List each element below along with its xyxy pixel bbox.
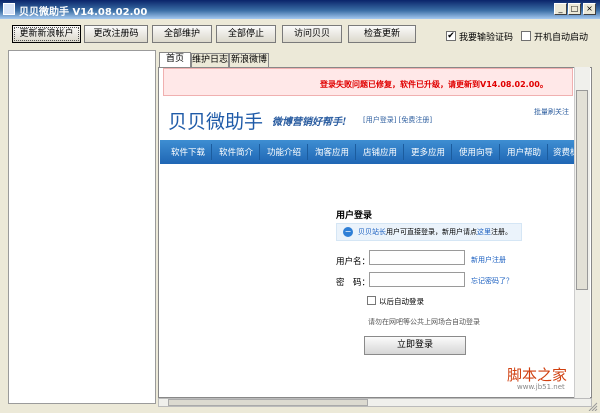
nav-item-shop[interactable]: 店铺应用 — [363, 146, 397, 158]
tip-suffix: 注册。 — [491, 228, 512, 236]
nav-item-features[interactable]: 功能介绍 — [267, 146, 301, 158]
nav-item-intro[interactable]: 软件简介 — [219, 146, 253, 158]
change-reg-code-button[interactable]: 更改注册码 — [84, 25, 148, 43]
new-user-register-link[interactable]: 新用户注册 — [471, 255, 506, 265]
watermark-logo: 脚本之家 — [507, 366, 568, 384]
nav-separator — [259, 144, 260, 160]
member-links[interactable]: [用户登录] [免费注册] — [363, 115, 432, 125]
nav-separator — [307, 144, 308, 160]
login-title: 用户登录 — [336, 211, 373, 221]
auto-login-checkbox[interactable] — [367, 296, 376, 305]
tab-home[interactable]: 首页 — [159, 52, 191, 67]
nav-separator — [499, 144, 500, 160]
resize-grip-icon[interactable] — [588, 402, 598, 411]
captcha-checkbox-label: 我要输验证码 — [459, 33, 514, 43]
username-input[interactable] — [369, 250, 465, 265]
horizontal-scroll-thumb[interactable] — [168, 399, 368, 406]
autostart-checkbox[interactable] — [521, 31, 531, 41]
nav-item-taoke[interactable]: 淘客应用 — [315, 146, 349, 158]
account-list-panel[interactable] — [8, 50, 156, 404]
tip-middle: 用户可直接登录，新用户请点 — [386, 228, 477, 236]
batch-follow-link[interactable]: 批量刷关注 — [534, 107, 569, 117]
nav-separator — [403, 144, 404, 160]
captcha-checkbox[interactable]: ✔ — [446, 31, 456, 41]
tip-register-here-link[interactable]: 这里 — [477, 228, 491, 236]
stop-all-button[interactable]: 全部停止 — [216, 25, 276, 43]
tab-sina-weibo[interactable]: 新浪微博 — [229, 53, 269, 67]
nav-item-download[interactable]: 软件下载 — [171, 146, 205, 158]
visit-beibei-button[interactable]: 访问贝贝 — [282, 25, 342, 43]
check-update-button[interactable]: 检查更新 — [348, 25, 416, 43]
autostart-checkbox-label: 开机自动启动 — [534, 33, 589, 43]
maximize-button[interactable]: □ — [568, 3, 581, 15]
tip-site-owner[interactable]: 贝贝站长 — [358, 228, 386, 236]
site-logo[interactable]: 贝贝微助手 — [168, 107, 263, 134]
app-icon — [3, 3, 15, 15]
close-button[interactable]: × — [583, 3, 596, 15]
nav-item-more[interactable]: 更多应用 — [411, 146, 445, 158]
update-notice-text: 登录失败问题已修复，软件已升级，请更新到V14.08.02.00。 — [320, 80, 548, 89]
vertical-scroll-thumb[interactable] — [576, 90, 588, 290]
forgot-password-link[interactable]: 忘记密码了？ — [471, 276, 513, 286]
update-sina-account-button[interactable]: 更新新浪帐户 — [12, 25, 81, 43]
login-tip-text: 贝贝站长用户可直接登录，新用户请点这里注册。 — [358, 227, 512, 237]
nav-item-pricing[interactable]: 资费标 — [553, 146, 574, 158]
auto-login-label: 以后自动登录 — [379, 297, 424, 306]
minimize-button[interactable]: _ — [554, 3, 567, 15]
nav-separator — [547, 144, 548, 160]
nav-separator — [355, 144, 356, 160]
tab-maintenance-log[interactable]: 维护日志 — [191, 53, 229, 67]
window-title: 贝贝微助手 V14.08.02.00 — [19, 7, 148, 18]
info-icon: − — [343, 227, 353, 237]
maintain-all-button[interactable]: 全部维护 — [152, 25, 212, 43]
site-slogan: 微博营销好帮手! — [272, 117, 347, 128]
nav-item-help[interactable]: 用户帮助 — [507, 146, 541, 158]
nav-separator — [211, 144, 212, 160]
nav-item-guide[interactable]: 使用向导 — [459, 146, 493, 158]
watermark-url: www.jb51.net — [517, 383, 565, 391]
username-label: 用户名： — [336, 257, 371, 267]
nav-separator — [451, 144, 452, 160]
public-place-warning: 请勿在网吧等公共上网场合自动登录 — [368, 318, 480, 326]
password-label: 密 码： — [336, 278, 371, 288]
password-input[interactable] — [369, 272, 465, 287]
login-submit-button[interactable]: 立即登录 — [364, 336, 466, 355]
